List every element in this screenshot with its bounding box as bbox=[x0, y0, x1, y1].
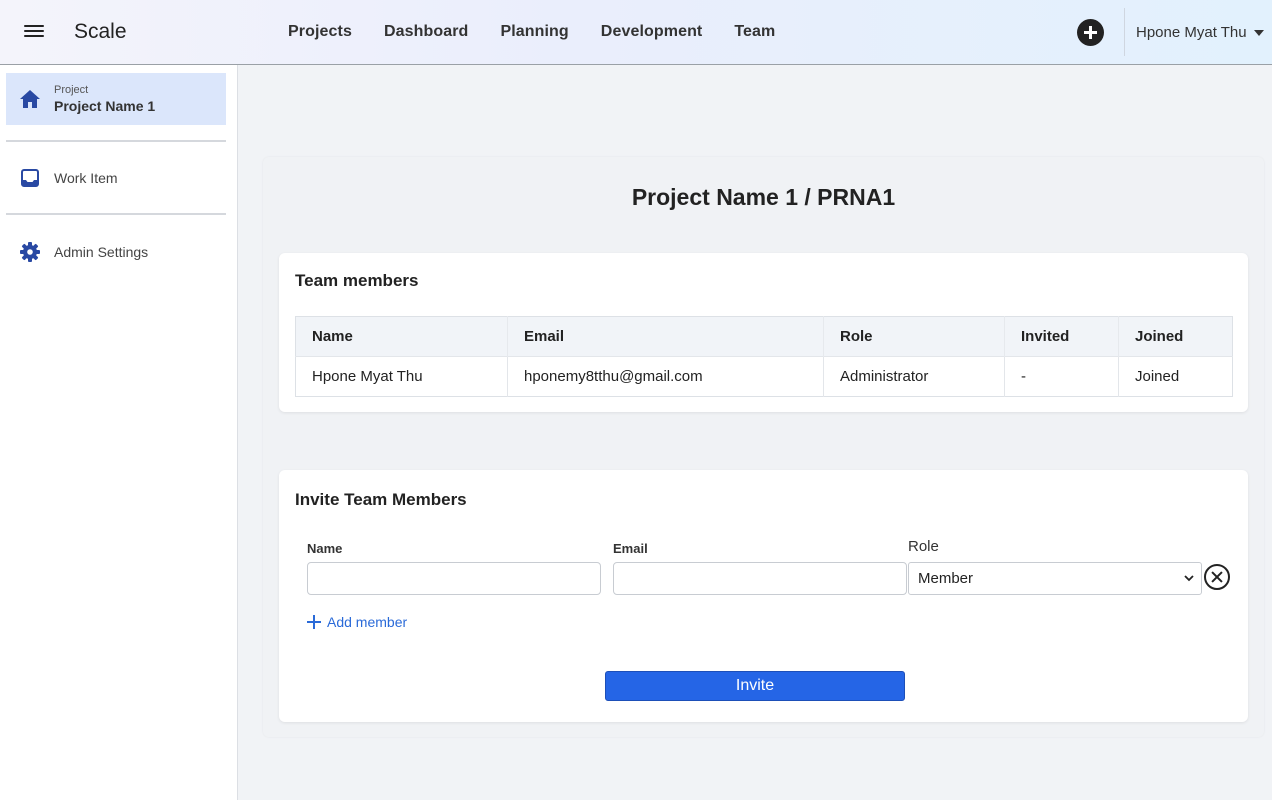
sidebar-item-project[interactable]: Project Project Name 1 bbox=[6, 73, 226, 125]
add-member-link[interactable]: Add member bbox=[307, 614, 407, 630]
hamburger-menu-icon[interactable] bbox=[22, 22, 46, 44]
name-label: Name bbox=[307, 541, 343, 556]
column-header-email: Email bbox=[507, 316, 824, 357]
project-name: Project Name 1 bbox=[54, 98, 156, 114]
nav-planning[interactable]: Planning bbox=[484, 23, 584, 41]
table-row: Hpone Myat Thu hponemy8tthu@gmail.com Ad… bbox=[295, 356, 1233, 397]
team-members-title: Team members bbox=[295, 271, 419, 290]
gear-icon bbox=[19, 241, 41, 263]
email-input[interactable] bbox=[613, 562, 907, 595]
column-header-joined: Joined bbox=[1118, 316, 1233, 357]
sidebar-divider bbox=[6, 140, 226, 142]
remove-row-icon[interactable] bbox=[1204, 564, 1230, 590]
email-label: Email bbox=[613, 541, 648, 556]
nav-dashboard[interactable]: Dashboard bbox=[368, 23, 484, 41]
caret-down-icon bbox=[1253, 29, 1264, 36]
sidebar: Project Project Name 1 Work Item Admin S… bbox=[0, 65, 238, 800]
main-nav: Projects Dashboard Planning Development … bbox=[272, 0, 791, 64]
top-app-bar: Scale Projects Dashboard Planning Develo… bbox=[0, 0, 1272, 65]
table-header-row: Name Email Role Invited Joined bbox=[295, 316, 1233, 357]
nav-projects[interactable]: Projects bbox=[272, 23, 368, 41]
column-header-role: Role bbox=[823, 316, 1005, 357]
sidebar-item-admin-settings[interactable]: Admin Settings bbox=[6, 240, 226, 264]
role-select[interactable]: Member bbox=[908, 562, 1202, 595]
topbar-divider bbox=[1124, 8, 1125, 56]
sidebar-divider bbox=[6, 213, 226, 215]
invite-title: Invite Team Members bbox=[295, 490, 467, 509]
nav-development[interactable]: Development bbox=[585, 23, 719, 41]
user-menu-button[interactable]: Hpone Myat Thu bbox=[1136, 24, 1264, 41]
column-header-invited: Invited bbox=[1004, 316, 1119, 357]
nav-team[interactable]: Team bbox=[718, 23, 791, 41]
inbox-icon bbox=[19, 167, 41, 189]
team-members-card: Team members Name Email Role Invited Joi… bbox=[279, 253, 1248, 412]
chevron-down-icon bbox=[1184, 575, 1194, 582]
cell-email: hponemy8tthu@gmail.com bbox=[507, 356, 824, 397]
page-title: Project Name 1 / PRNA1 bbox=[631, 184, 896, 210]
home-icon bbox=[19, 88, 41, 110]
app-title: Scale bbox=[74, 20, 127, 43]
add-circle-icon[interactable] bbox=[1077, 19, 1104, 46]
column-header-name: Name bbox=[295, 316, 508, 357]
invite-team-members-card: Invite Team Members Name Email Role Memb… bbox=[279, 470, 1248, 722]
invite-button[interactable]: Invite bbox=[605, 671, 905, 701]
add-member-label: Add member bbox=[327, 614, 408, 630]
cell-role: Administrator bbox=[823, 356, 1005, 397]
cell-invited: - bbox=[1004, 356, 1119, 397]
user-name: Hpone Myat Thu bbox=[1136, 24, 1247, 41]
sidebar-item-label: Admin Settings bbox=[54, 244, 149, 260]
sidebar-item-label: Work Item bbox=[54, 170, 118, 186]
role-select-value: Member bbox=[918, 570, 974, 587]
sidebar-item-work-item[interactable]: Work Item bbox=[6, 166, 226, 190]
plus-icon bbox=[307, 615, 321, 629]
name-input[interactable] bbox=[307, 562, 601, 595]
role-label: Role bbox=[908, 538, 939, 555]
project-caption: Project bbox=[54, 84, 89, 96]
cell-joined: Joined bbox=[1118, 356, 1233, 397]
team-members-table: Name Email Role Invited Joined Hpone Mya… bbox=[295, 316, 1233, 397]
cell-name: Hpone Myat Thu bbox=[295, 356, 508, 397]
